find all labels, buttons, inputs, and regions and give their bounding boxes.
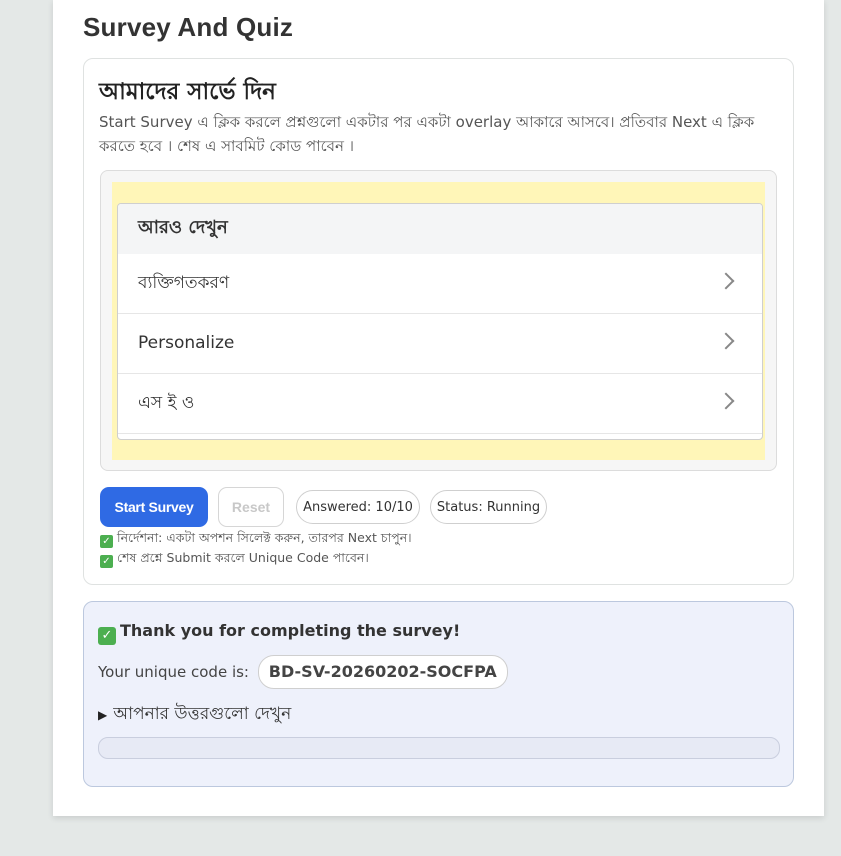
- unique-code-value[interactable]: BD-SV-20260202-SOCFPA: [257, 655, 508, 689]
- progress-bar: [98, 737, 780, 759]
- thanks-text: Thank you for completing the survey!: [120, 621, 461, 640]
- answers-details-label: আপনার উত্তরগুলো দেখুন: [113, 704, 292, 724]
- see-more-item-label: এস ই ও: [138, 393, 195, 413]
- checkmark-icon: ✓: [100, 555, 113, 568]
- status-badge: Status: Running: [430, 490, 547, 524]
- result-card: ✓ Thank you for completing the survey! Yo…: [83, 601, 794, 787]
- survey-card: আমাদের সার্ভে দিন Start Survey এ ক্লিক ক…: [83, 58, 794, 585]
- page-title: Survey And Quiz: [83, 12, 294, 42]
- unique-code-line: Your unique code is: BD-SV-20260202-SOCF…: [98, 655, 508, 689]
- see-more-item-label: Personalize: [138, 333, 235, 353]
- thanks-message: ✓ Thank you for completing the survey!: [98, 621, 460, 645]
- chevron-right-icon: [717, 332, 735, 350]
- chevron-right-icon: [717, 392, 735, 410]
- page-container: Survey And Quiz আমাদের সার্ভে দিন Start …: [53, 0, 824, 816]
- preview-frame: আরও দেখুন ব্যক্তিগতকরণ Personalize এস ই …: [100, 170, 777, 471]
- submit-note: ✓ শেষ প্রশ্নে Submit করলে Unique Code পাব…: [100, 549, 369, 568]
- checkmark-icon: ✓: [100, 535, 113, 548]
- unique-code-label: Your unique code is:: [98, 663, 249, 681]
- see-more-item-label: ব্যক্তিগতকরণ: [138, 273, 230, 293]
- see-more-item[interactable]: এস ই ও: [118, 374, 762, 434]
- reset-button[interactable]: Reset: [218, 487, 284, 527]
- disclosure-triangle-icon: ▶: [98, 708, 108, 722]
- preview-highlight: আরও দেখুন ব্যক্তিগতকরণ Personalize এস ই …: [112, 182, 765, 460]
- see-more-box: আরও দেখুন ব্যক্তিগতকরণ Personalize এস ই …: [117, 203, 763, 440]
- survey-heading: আমাদের সার্ভে দিন: [99, 79, 276, 105]
- submit-note-text: শেষ প্রশ্নে Submit করলে Unique Code পাবে…: [117, 550, 369, 565]
- answers-details-toggle[interactable]: ▶ আপনার উত্তরগুলো দেখুন: [98, 701, 291, 729]
- survey-description: Start Survey এ ক্লিক করলে প্রশ্নগুলো একট…: [99, 113, 755, 155]
- start-survey-button[interactable]: Start Survey: [100, 487, 208, 527]
- chevron-right-icon: [717, 272, 735, 290]
- instruction-text: নির্দেশনা: একটা অপশন সিলেক্ট করুন, তারপর…: [117, 530, 412, 545]
- see-more-header: আরও দেখুন: [118, 204, 762, 254]
- instruction-note: ✓ নির্দেশনা: একটা অপশন সিলেক্ট করুন, তারপ…: [100, 529, 412, 548]
- see-more-item[interactable]: Personalize: [118, 314, 762, 374]
- answered-count-badge: Answered: 10/10: [296, 490, 420, 524]
- checkmark-icon: ✓: [98, 627, 116, 645]
- see-more-item[interactable]: ব্যক্তিগতকরণ: [118, 254, 762, 314]
